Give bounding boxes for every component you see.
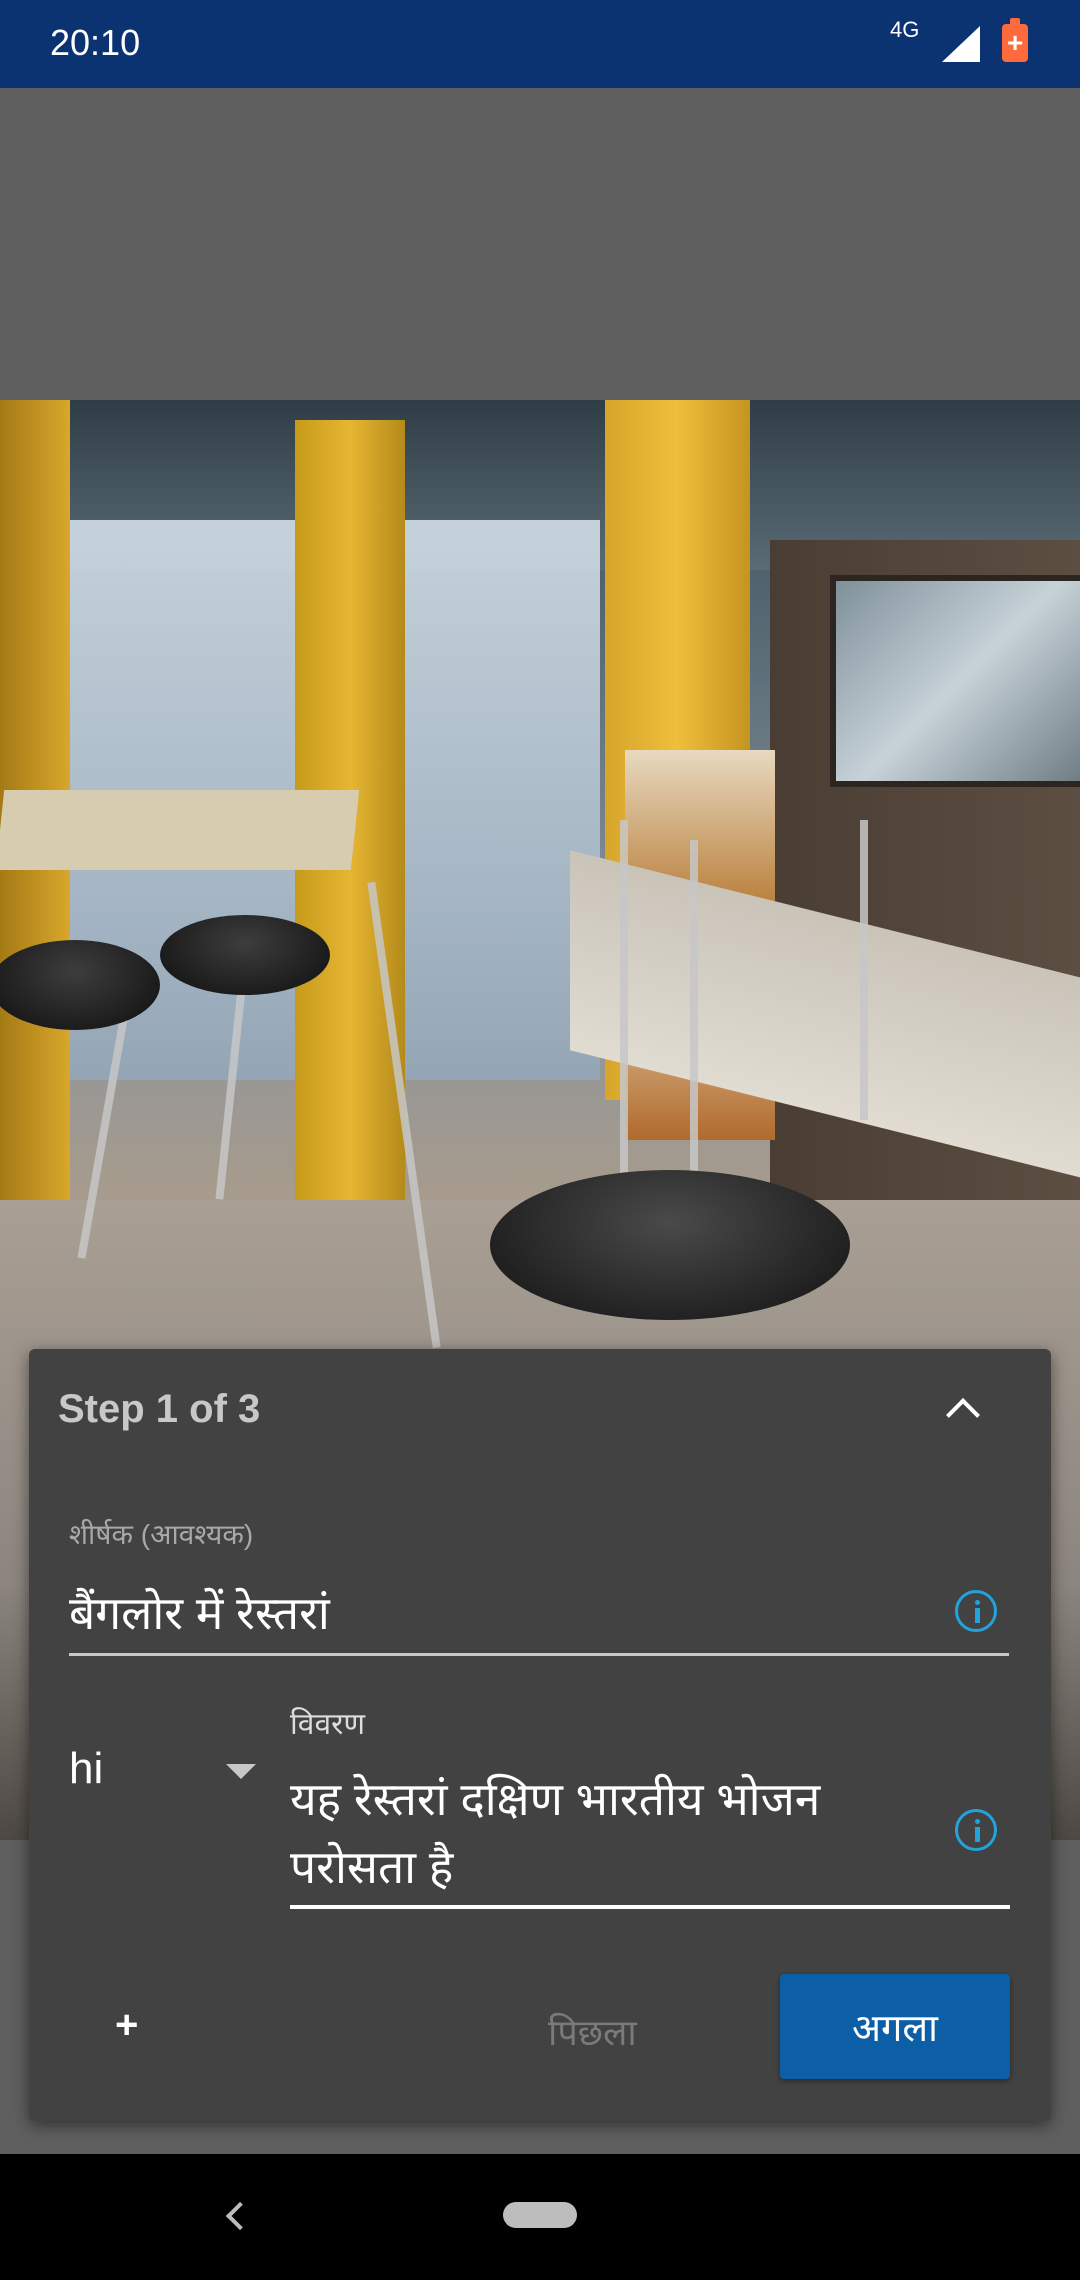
navigation-bar — [0, 2154, 1080, 2280]
battery-saver-icon: + — [1002, 18, 1028, 62]
back-icon[interactable] — [225, 2201, 255, 2231]
status-time: 20:10 — [50, 22, 141, 63]
step-indicator: Step 1 of 3 — [58, 1387, 261, 1431]
title-input[interactable]: बैंगलोर में रेस्तरां — [69, 1581, 1009, 1656]
description-label: विवरण — [290, 1708, 366, 1741]
status-bar: 20:10 4G + — [0, 0, 1080, 88]
home-pill-icon[interactable] — [503, 2202, 577, 2228]
signal-icon — [942, 26, 980, 62]
description-input[interactable]: यह रेस्तरां दक्षिण भारतीय भोजन परोसता है — [290, 1765, 1010, 1909]
upload-details-panel: Step 1 of 3 शीर्षक (आवश्यक) बैंगलोर में … — [29, 1349, 1051, 2121]
title-value: बैंगलोर में रेस्तरां — [69, 1587, 330, 1639]
description-value: यह रेस्तरां दक्षिण भारतीय भोजन परोसता है — [290, 1773, 821, 1893]
language-value: hi — [69, 1744, 104, 1793]
add-language-button[interactable]: + — [115, 2003, 138, 2048]
description-info-icon[interactable] — [955, 1809, 997, 1851]
language-dropdown[interactable]: hi — [69, 1734, 259, 1804]
title-info-icon[interactable] — [955, 1590, 997, 1632]
network-4g-icon: 4G — [890, 17, 920, 42]
previous-button[interactable]: पिछला — [548, 2007, 637, 2056]
dropdown-arrow-icon — [226, 1764, 256, 1779]
chevron-up-icon[interactable] — [941, 1387, 985, 1431]
title-label: शीर्षक (आवश्यक) — [69, 1519, 254, 1550]
next-button[interactable]: अगला — [780, 1974, 1010, 2079]
